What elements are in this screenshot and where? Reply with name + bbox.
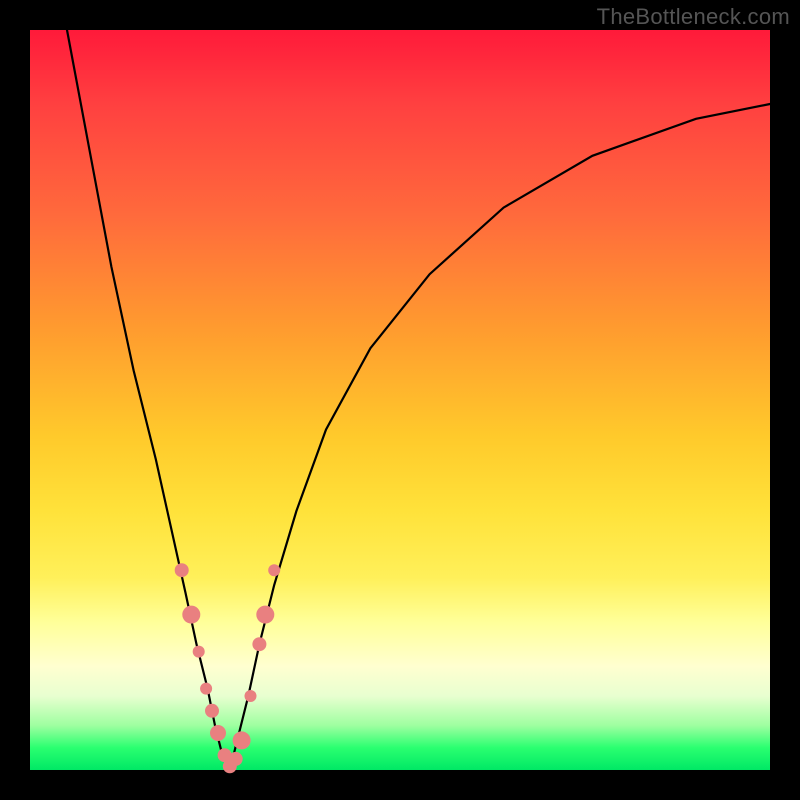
curve-right-branch bbox=[230, 104, 770, 770]
marker-point bbox=[233, 731, 251, 749]
watermark-text: TheBottleneck.com bbox=[597, 4, 790, 30]
marker-point bbox=[205, 704, 219, 718]
marker-point bbox=[245, 690, 257, 702]
marker-point bbox=[229, 752, 243, 766]
marker-point bbox=[193, 646, 205, 658]
chart-frame: TheBottleneck.com bbox=[0, 0, 800, 800]
marker-point bbox=[210, 725, 226, 741]
curve-left-branch bbox=[67, 30, 230, 770]
marker-group bbox=[175, 563, 281, 773]
curve-layer bbox=[30, 30, 770, 770]
marker-point bbox=[182, 606, 200, 624]
marker-point bbox=[175, 563, 189, 577]
marker-point bbox=[268, 564, 280, 576]
marker-point bbox=[252, 637, 266, 651]
marker-point bbox=[200, 683, 212, 695]
marker-point bbox=[256, 606, 274, 624]
plot-area bbox=[30, 30, 770, 770]
